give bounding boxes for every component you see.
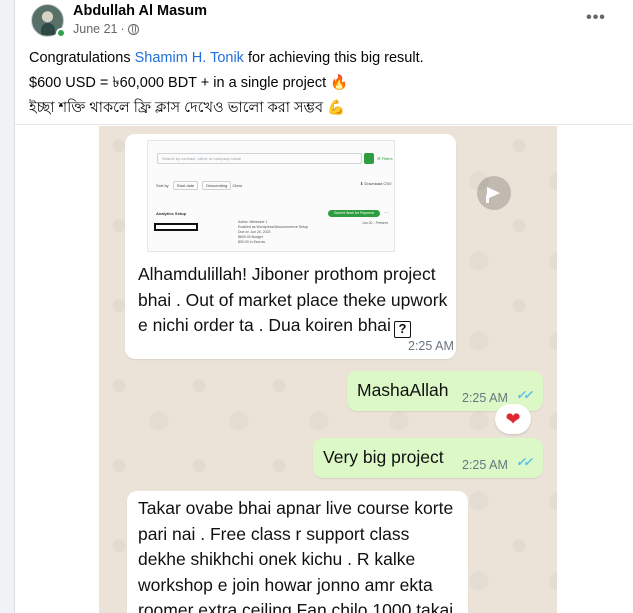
- message-timestamp: 2:25 AM: [462, 391, 508, 405]
- message-line: Alhamdulillah! Jiboner prothom project: [138, 264, 436, 284]
- mention-link[interactable]: Shamim H. Tonik: [135, 50, 244, 66]
- post-header: Abdullah Al Masum June 21 · •••: [15, 0, 633, 44]
- author-name[interactable]: Abdullah Al Masum: [73, 3, 207, 19]
- thumb-search-icon: [364, 153, 374, 164]
- read-receipt-icon: ✓✓: [516, 388, 533, 402]
- chat-screenshot-image[interactable]: Search by contract, client, or company n…: [99, 126, 557, 613]
- thumb-submit-button: Submit Work for Payment: [328, 210, 380, 217]
- thumb-sort-row: Sort by Start date Descending Clear: [156, 181, 242, 190]
- message-line: roomer extra ceiling Fan chilo 1000 taka…: [138, 600, 454, 613]
- heart-reaction-icon: ❤: [495, 404, 531, 434]
- thumb-milestone-line: $90.00 In Escrow: [238, 240, 266, 244]
- message-timestamp: 2:25 AM: [408, 339, 454, 353]
- incoming-message-bubble: Takar ovabe bhai apnar live course korte…: [127, 491, 468, 613]
- thumb-sort-select: Start date: [172, 181, 199, 190]
- message-text: MashaAllah: [357, 380, 449, 400]
- outgoing-message-bubble: Very big project 2:25 AM ✓✓: [313, 438, 543, 478]
- upwork-screenshot-thumbnail: Search by contract, client, or company n…: [147, 140, 395, 252]
- message-line: dekhe shikhchi onek kichu . R kalke: [138, 549, 416, 569]
- message-text: Very big project: [323, 447, 444, 467]
- facebook-post-card: Abdullah Al Masum June 21 · ••• Congratu…: [14, 0, 633, 613]
- post-line-1: Congratulations Shamim H. Tonik for achi…: [29, 46, 624, 71]
- more-options-button[interactable]: •••: [582, 8, 610, 28]
- read-receipt-icon: ✓✓: [516, 455, 533, 469]
- message-line: workshop e join howar jonno amr ekta: [138, 574, 433, 595]
- forward-icon[interactable]: [477, 176, 511, 210]
- message-line: pari nai . Free class r support class: [138, 523, 410, 544]
- meta-separator: ·: [120, 22, 125, 36]
- post-body: Congratulations Shamim H. Tonik for achi…: [29, 46, 624, 121]
- thumb-more-icon: ⋯: [384, 210, 389, 216]
- post-line-3: ইচ্ছা শক্তি থাকলে ফ্রি ক্লাস দেখেও ভালো …: [29, 100, 346, 116]
- message-line-text: e nichi order ta . Dua koiren bhai: [138, 315, 391, 335]
- globe-icon[interactable]: [127, 23, 139, 35]
- online-status-indicator: [56, 28, 66, 38]
- post-divider: [15, 124, 633, 125]
- post-meta: June 21 ·: [73, 22, 139, 36]
- message-line: e nichi order ta . Dua koiren bhai?: [138, 313, 450, 339]
- message-text: Takar ovabe bhai apnar live course korte…: [138, 496, 453, 613]
- post-line-1-suffix: for achieving this big result.: [243, 50, 424, 66]
- thumb-search-input: Search by contract, client, or company n…: [157, 153, 362, 164]
- post-date[interactable]: June 21: [73, 22, 117, 36]
- question-mark-icon: ?: [393, 321, 411, 338]
- thumb-contract-title: Analytics Setup: [156, 211, 187, 216]
- message-line: bhai . Out of market place theke upwork: [138, 289, 448, 310]
- message-text: Alhamdulillah! Jiboner prothom project b…: [138, 262, 450, 339]
- post-line-1-prefix: Congratulations: [29, 50, 135, 66]
- message-timestamp: 2:25 AM: [462, 458, 508, 472]
- message-line: Takar ovabe bhai apnar live course korte: [138, 498, 454, 518]
- thumb-clear-link: Clear: [232, 183, 243, 188]
- thumb-order-select: Descending: [202, 181, 232, 190]
- thumb-milestone-info: Active: Milestone 1 Enabled as Wordpress…: [238, 220, 308, 245]
- post-line-2: $600 USD = ৳60,000 BDT + in a single pro…: [29, 75, 349, 91]
- incoming-message-bubble: Search by contract, client, or company n…: [125, 134, 456, 359]
- thumb-date-range: Jun 20 - Present: [362, 221, 388, 225]
- thumb-download-link: ⬇ Download CSV: [360, 181, 392, 186]
- thumb-sort-label: Sort by: [156, 183, 169, 188]
- thumb-filters-link: ☰ Filters: [377, 156, 393, 161]
- thumb-redaction-box: [154, 223, 198, 231]
